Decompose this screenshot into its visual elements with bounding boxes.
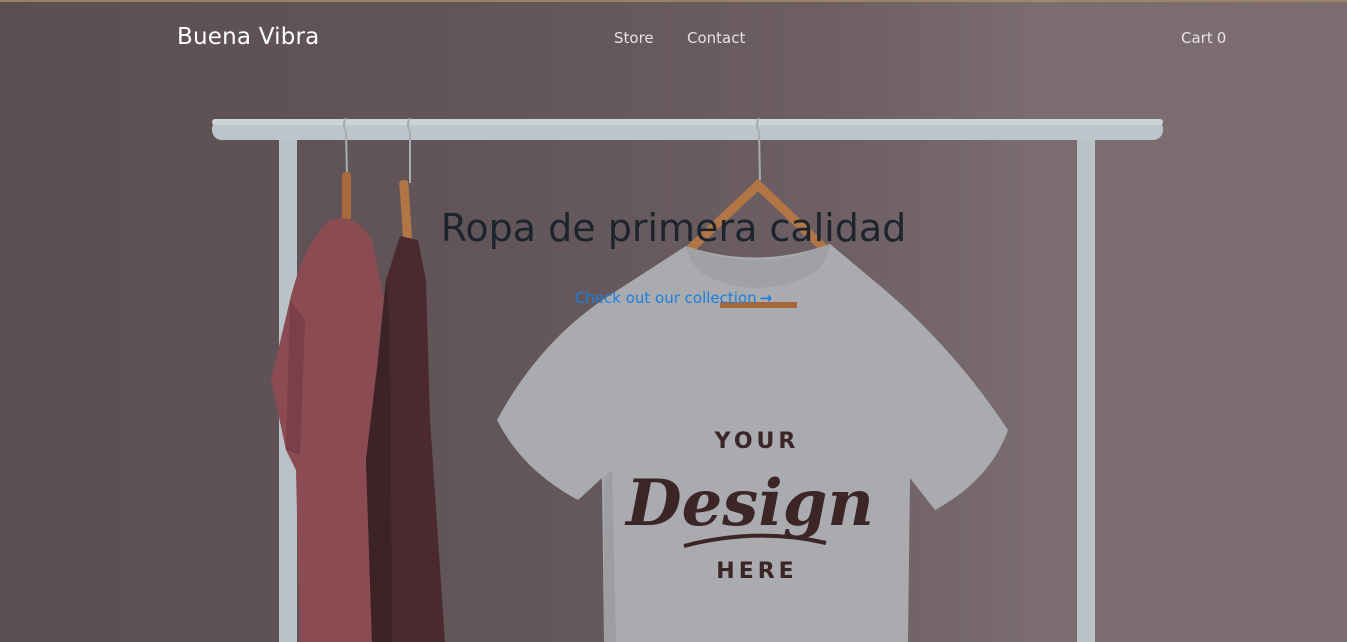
collection-link-label: Check out our collection xyxy=(574,289,757,307)
collection-link[interactable]: Check out our collection → xyxy=(575,289,772,307)
hero-cta-wrap: Check out our collection → xyxy=(0,289,1347,307)
cart-count: 0 xyxy=(1216,29,1227,47)
print-line-your: YOUR xyxy=(714,429,800,454)
hero-image: YOUR Design HERE xyxy=(212,117,1163,642)
cart-label: Cart xyxy=(1181,29,1213,47)
nav-store-link[interactable]: Store xyxy=(614,29,654,47)
print-line-design: Design xyxy=(624,466,874,541)
print-line-here: HERE xyxy=(716,559,797,584)
brand-logo[interactable]: Buena Vibra xyxy=(177,24,319,50)
cart-link[interactable]: Cart 0 xyxy=(1181,29,1226,47)
arrow-right-icon: → xyxy=(759,289,773,307)
hero-headline: Ropa de primera calidad xyxy=(440,206,907,250)
nav-contact-link[interactable]: Contact xyxy=(687,29,745,47)
hero-section: YOUR Design HERE Buena Vibra Store Conta… xyxy=(0,0,1347,642)
navbar: Buena Vibra Store Contact Cart 0 xyxy=(0,0,1347,76)
